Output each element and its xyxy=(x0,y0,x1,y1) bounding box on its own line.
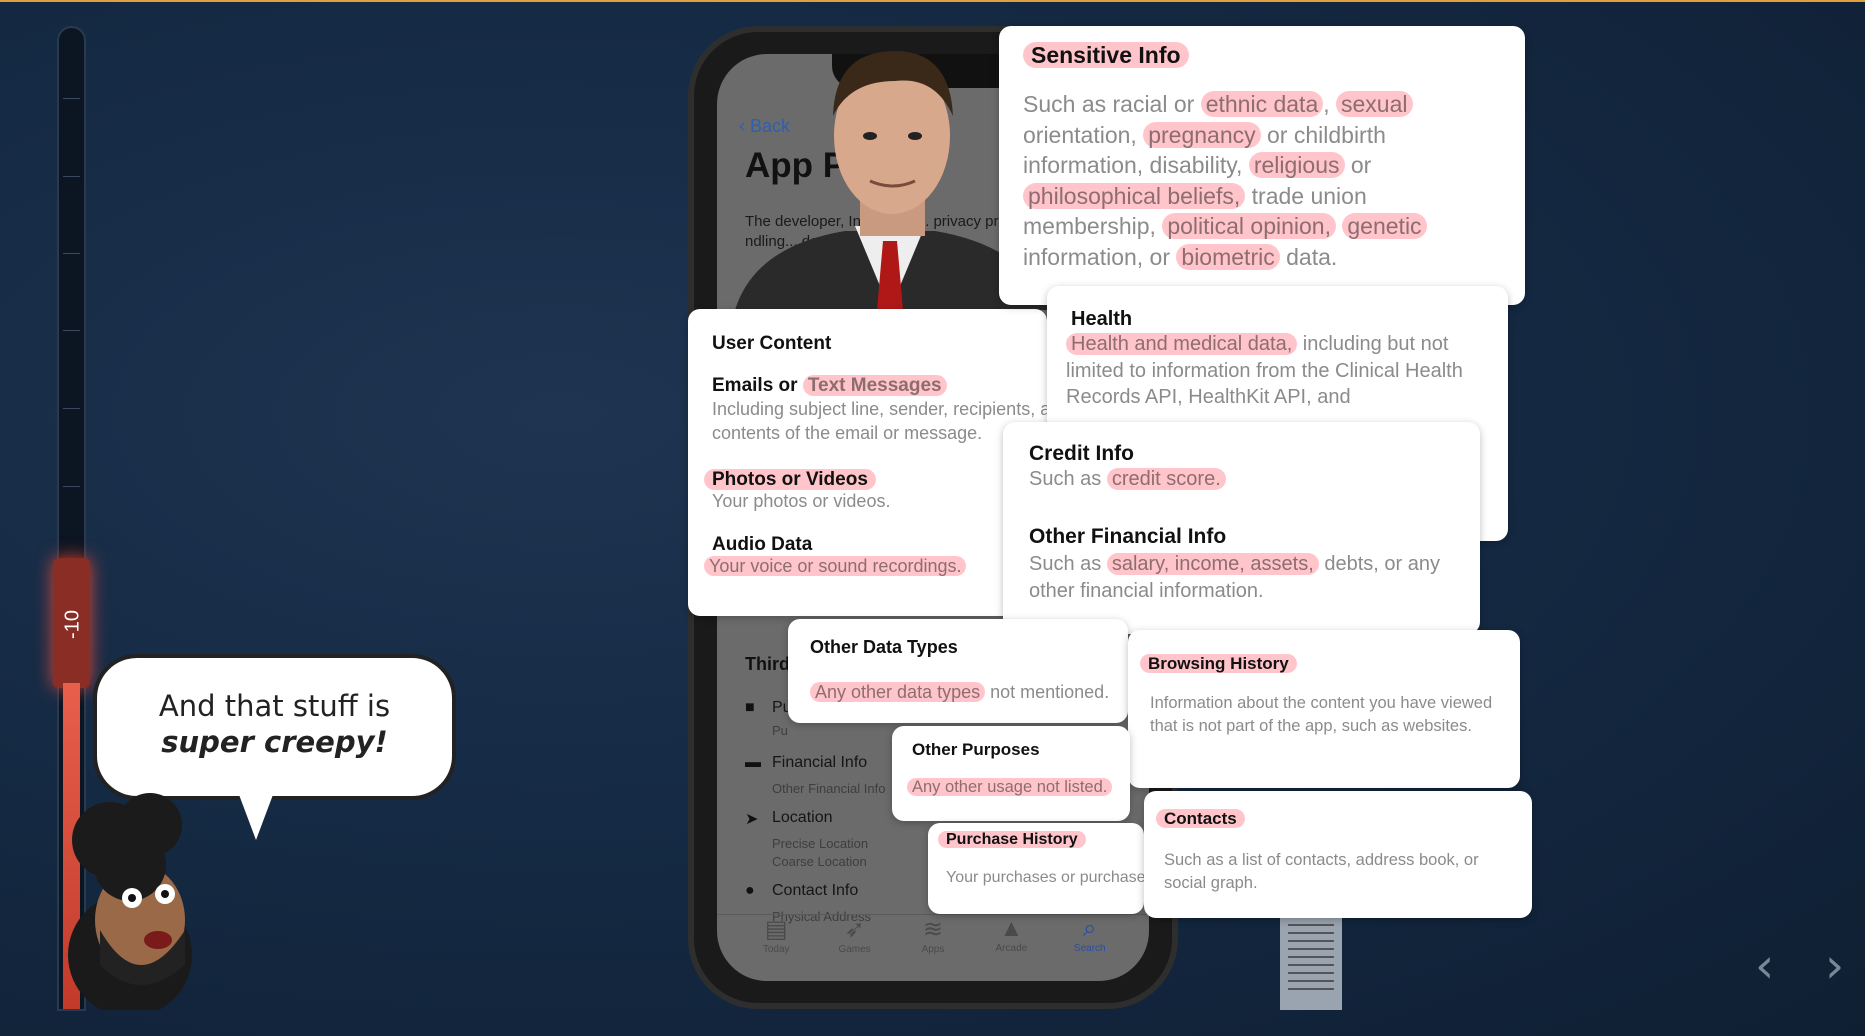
search-icon: ⌕ xyxy=(1083,915,1097,942)
list-item: Location xyxy=(772,809,833,826)
text-segment: Such as xyxy=(1029,553,1107,575)
bag-icon: ■ xyxy=(745,699,755,716)
card-browsing-history: Browsing History Information about the c… xyxy=(1128,630,1520,788)
speech-bubble-tail xyxy=(238,792,274,840)
highlighted-text: credit score. xyxy=(1106,468,1226,490)
highlighted-text: ethnic data xyxy=(1200,91,1324,117)
card-title: Other Purposes xyxy=(912,740,1040,759)
text-segment: Emails or xyxy=(712,375,803,396)
highlighted-text: pregnancy xyxy=(1143,121,1261,148)
card-body: Health and medical data, including but n… xyxy=(1066,331,1486,411)
highlighted-text: Your voice or sound recordings. xyxy=(704,556,967,576)
card-body: Such as a list of contacts, address book… xyxy=(1164,851,1479,892)
card-body: Such as racial or ethnic data, sexual or… xyxy=(1023,89,1453,272)
highlighted-text: political opinion, xyxy=(1162,213,1336,239)
card-title: Other Data Types xyxy=(810,637,958,657)
card-title: Purchase History xyxy=(938,831,1086,848)
list-item-sub: Precise Location Coarse Location xyxy=(772,836,869,869)
card-body: Such as salary, income, assets, debts, o… xyxy=(1029,551,1454,605)
audio-title: Audio Data xyxy=(712,534,813,555)
photos-title: Photos or Videos xyxy=(704,469,876,490)
highlighted-text: biometric xyxy=(1176,243,1280,270)
joystick-icon: ▲ xyxy=(999,915,1024,942)
text-segment: orientation, xyxy=(1023,121,1144,148)
bubble-line-1: And that stuff is xyxy=(158,689,391,723)
card-user-content: User Content Emails or Text Messages Inc… xyxy=(688,309,1047,616)
card-body: Information about the content you have v… xyxy=(1150,694,1493,735)
card-financial: Credit Info Such as credit score. Other … xyxy=(1003,422,1480,634)
highlighted-text: philosophical beliefs, xyxy=(1023,182,1246,209)
meter-label: -10 xyxy=(61,610,84,639)
card-title: User Content xyxy=(712,333,832,354)
highlighted-text: Health and medical data, xyxy=(1066,333,1298,355)
tab-arcade[interactable]: ▲ Arcade xyxy=(981,915,1041,981)
text-segment: or xyxy=(1344,152,1372,178)
location-arrow-icon: ➤ xyxy=(745,811,759,828)
card-other-purposes: Other Purposes Any other usage not liste… xyxy=(892,726,1130,821)
highlighted-text: genetic xyxy=(1342,213,1427,239)
photos-body: Your photos or videos. xyxy=(712,491,891,511)
emails-title: Emails or Text Messages xyxy=(712,375,1047,397)
text-segment: Such as xyxy=(1029,468,1107,490)
speech-bubble: And that stuff is super creepy! xyxy=(93,654,456,800)
highlighted-text: salary, income, assets, xyxy=(1106,553,1319,575)
highlighted-text: Any other data types xyxy=(810,682,986,702)
card-title: Contacts xyxy=(1156,809,1245,828)
card-title: Browsing History xyxy=(1140,654,1297,673)
highlighted-text: sexual xyxy=(1336,91,1413,117)
card-title: Other Financial Info xyxy=(1029,525,1227,548)
rocket-icon: ➶ xyxy=(844,916,865,943)
text-segment: , xyxy=(1323,91,1337,117)
list-item-sub: Other Financial Info xyxy=(772,781,886,796)
card-title: Sensitive Info xyxy=(1023,42,1189,68)
today-icon: ▤ xyxy=(764,916,788,943)
progress-line xyxy=(0,0,1865,2)
emails-body: Including subject line, sender, recipien… xyxy=(712,399,1047,443)
list-item-sub: Pu xyxy=(772,723,788,738)
highlighted-text: Any other usage not listed. xyxy=(907,778,1113,796)
highlighted-text: Text Messages xyxy=(802,375,947,396)
text-segment: not mentioned. xyxy=(985,682,1110,702)
card-contacts: Contacts Such as a list of contacts, add… xyxy=(1144,791,1532,918)
tab-bar: ▤ Today ➶ Games ≋ Apps ▲ Arcade ⌕ Search xyxy=(717,914,1149,981)
avatar xyxy=(68,793,192,1010)
card-purchase-history: Purchase History Your purchases or purch… xyxy=(928,823,1144,914)
next-slide-button[interactable]: › xyxy=(1825,938,1844,994)
text-segment: Such as racial or xyxy=(1023,91,1201,117)
text-segment: information, or xyxy=(1023,243,1177,270)
tab-today[interactable]: ▤ Today xyxy=(746,915,806,981)
info-icon: ● xyxy=(745,882,755,899)
thumbnail-screenshot xyxy=(1280,918,1342,1010)
card-body: Your purchases or purchase xyxy=(946,869,1144,886)
card-other-data-types: Other Data Types Any other data types no… xyxy=(788,619,1128,723)
credit-card-icon: ▬ xyxy=(745,754,761,771)
list-item: Financial Info xyxy=(772,754,868,771)
bubble-line-2: super creepy! xyxy=(161,725,388,759)
card-title: Credit Info xyxy=(1029,442,1134,465)
card-body: Any other usage not listed. xyxy=(907,778,1113,797)
layers-icon: ≋ xyxy=(922,916,944,943)
tab-apps[interactable]: ≋ Apps xyxy=(903,915,963,981)
tab-games[interactable]: ➶ Games xyxy=(825,915,885,981)
card-body: Such as credit score. xyxy=(1029,468,1454,491)
tab-search[interactable]: ⌕ Search xyxy=(1060,915,1120,981)
card-body: Any other data types not mentioned. xyxy=(810,682,1110,703)
previous-slide-button[interactable]: ‹ xyxy=(1755,938,1774,994)
card-title: Health xyxy=(1071,308,1133,330)
highlighted-text: religious xyxy=(1248,152,1345,178)
list-item: Contact Info xyxy=(772,882,859,899)
audio-body: Your voice or sound recordings. xyxy=(704,556,1047,577)
text-segment: data. xyxy=(1279,243,1338,270)
card-sensitive-info: Sensitive Info Such as racial or ethnic … xyxy=(999,26,1525,305)
